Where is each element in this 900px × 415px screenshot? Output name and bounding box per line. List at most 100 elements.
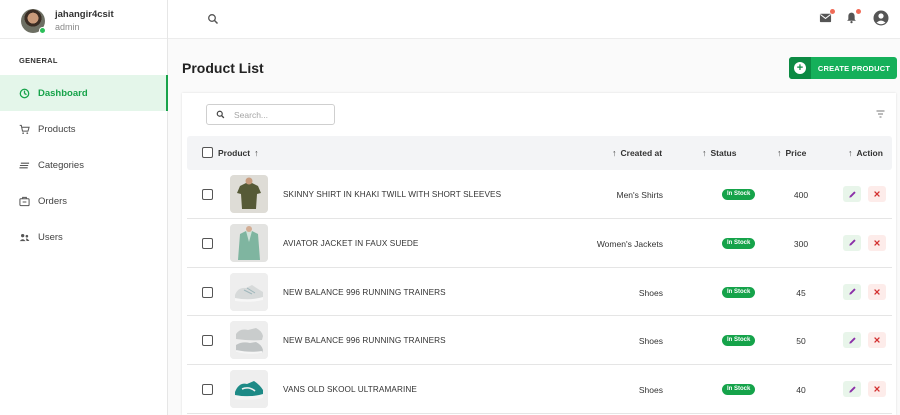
product-price: 400 bbox=[793, 190, 809, 200]
create-product-label: CREATE PRODUCT bbox=[817, 63, 891, 73]
users-icon bbox=[19, 232, 30, 243]
close-icon bbox=[874, 288, 880, 295]
product-category: Shoes bbox=[638, 287, 663, 298]
status-badge: In Stock bbox=[722, 286, 756, 298]
sidebar-item-dashboard[interactable]: Dashboard bbox=[0, 75, 168, 111]
row-checkbox[interactable] bbox=[202, 286, 213, 298]
header-action-label: Action bbox=[856, 148, 883, 158]
header-created-at[interactable]: ↑ Created at bbox=[608, 148, 662, 158]
close-icon bbox=[874, 337, 880, 344]
create-product-button[interactable]: + CREATE PRODUCT bbox=[789, 57, 897, 79]
categories-icon bbox=[19, 160, 30, 171]
table-row[interactable]: NEW BALANCE 996 RUNNING TRAINERS Shoes I… bbox=[187, 316, 892, 366]
product-table-card: Product ↑ ↑ Created at ↑ Status ↑ Price … bbox=[182, 93, 896, 415]
header-action: ↑ Action bbox=[844, 148, 883, 158]
delete-button[interactable] bbox=[868, 186, 886, 202]
sidebar-nav: Dashboard Products Categories Orders Use… bbox=[0, 75, 168, 255]
header-status[interactable]: ↑ Status bbox=[698, 148, 736, 158]
close-icon bbox=[874, 239, 880, 246]
close-icon bbox=[874, 191, 880, 197]
sidebar-item-label: Categories bbox=[38, 159, 84, 171]
edit-button[interactable] bbox=[843, 381, 861, 398]
online-status-indicator bbox=[39, 27, 46, 34]
sort-arrow-icon: ↑ bbox=[702, 148, 707, 158]
sidebar-item-label: Products bbox=[38, 123, 76, 135]
table-body: SKINNY SHIRT IN KHAKI TWILL WITH SHORT S… bbox=[187, 170, 892, 414]
search-icon bbox=[216, 110, 225, 119]
header-status-label: Status bbox=[710, 148, 737, 158]
product-category: Shoes bbox=[638, 336, 663, 347]
dashboard-icon bbox=[19, 88, 30, 99]
product-price: 300 bbox=[793, 238, 809, 249]
pencil-icon bbox=[848, 288, 856, 295]
bell-icon[interactable] bbox=[845, 9, 861, 25]
edit-button[interactable] bbox=[843, 234, 861, 251]
page-title: Product List bbox=[182, 60, 264, 76]
pencil-icon bbox=[848, 190, 856, 198]
product-thumbnail[interactable] bbox=[230, 272, 268, 311]
pencil-icon bbox=[848, 239, 856, 246]
product-price: 40 bbox=[796, 385, 806, 396]
mail-icon[interactable] bbox=[819, 9, 835, 25]
delete-button[interactable] bbox=[868, 283, 886, 300]
edit-button[interactable] bbox=[843, 283, 861, 300]
search-input[interactable] bbox=[234, 108, 330, 122]
product-thumbnail[interactable] bbox=[230, 370, 268, 409]
product-name: SKINNY SHIRT IN KHAKI TWILL WITH SHORT S… bbox=[283, 190, 502, 199]
orders-icon bbox=[19, 196, 30, 207]
search-field[interactable] bbox=[206, 104, 335, 125]
sidebar-section-title: GENERAL bbox=[19, 56, 58, 65]
status-badge: In Stock bbox=[722, 335, 756, 347]
table-row[interactable]: SKINNY SHIRT IN KHAKI TWILL WITH SHORT S… bbox=[187, 170, 892, 219]
product-name: AVIATOR JACKET IN FAUX SUEDE bbox=[283, 238, 419, 248]
edit-button[interactable] bbox=[843, 332, 861, 349]
product-category: Men's Shirts bbox=[616, 190, 664, 200]
delete-button[interactable] bbox=[868, 381, 886, 398]
pencil-icon bbox=[848, 337, 856, 344]
table-row[interactable]: VANS OLD SKOOL ULTRAMARINE Shoes In Stoc… bbox=[187, 365, 892, 414]
sidebar-item-orders[interactable]: Orders bbox=[0, 183, 168, 219]
product-thumbnail[interactable] bbox=[230, 223, 268, 262]
product-name: NEW BALANCE 996 RUNNING TRAINERS bbox=[283, 287, 446, 297]
product-name: VANS OLD SKOOL ULTRAMARINE bbox=[283, 385, 417, 395]
cart-icon bbox=[19, 124, 30, 135]
account-icon[interactable] bbox=[873, 10, 889, 26]
top-bar bbox=[168, 0, 900, 39]
sort-arrow-icon: ↑ bbox=[777, 148, 782, 158]
sidebar-item-categories[interactable]: Categories bbox=[0, 147, 168, 183]
edit-button[interactable] bbox=[843, 186, 861, 202]
row-checkbox[interactable] bbox=[202, 335, 213, 347]
row-checkbox[interactable] bbox=[202, 384, 213, 396]
sort-arrow-icon: ↑ bbox=[848, 148, 853, 158]
status-badge: In Stock bbox=[722, 384, 756, 396]
filter-icon[interactable] bbox=[876, 110, 885, 118]
sort-arrow-icon: ↑ bbox=[612, 148, 617, 158]
table-row[interactable]: AVIATOR JACKET IN FAUX SUEDE Women's Jac… bbox=[187, 219, 892, 268]
product-thumbnail[interactable] bbox=[230, 321, 268, 360]
table-row[interactable]: NEW BALANCE 996 RUNNING TRAINERS Shoes I… bbox=[187, 268, 892, 317]
notification-dot bbox=[856, 9, 861, 14]
product-category: Women's Jackets bbox=[596, 238, 663, 249]
product-price: 45 bbox=[796, 287, 806, 298]
product-thumbnail[interactable] bbox=[230, 175, 268, 213]
search-icon[interactable] bbox=[207, 13, 219, 25]
header-product[interactable]: Product ↑ bbox=[202, 147, 263, 158]
avatar[interactable] bbox=[21, 9, 46, 34]
user-profile[interactable]: jahangir4csit admin bbox=[0, 0, 167, 39]
sort-arrow-icon: ↑ bbox=[254, 147, 259, 158]
row-checkbox[interactable] bbox=[202, 237, 213, 249]
sidebar-item-products[interactable]: Products bbox=[0, 111, 168, 147]
sidebar-item-users[interactable]: Users bbox=[0, 219, 168, 255]
status-badge: In Stock bbox=[722, 237, 756, 249]
notification-dot bbox=[830, 9, 835, 14]
delete-button[interactable] bbox=[868, 332, 886, 349]
sidebar: jahangir4csit admin GENERAL Dashboard Pr… bbox=[0, 0, 168, 415]
select-all-checkbox[interactable] bbox=[202, 147, 213, 158]
header-price[interactable]: ↑ Price bbox=[773, 148, 806, 158]
row-checkbox[interactable] bbox=[202, 189, 213, 200]
product-category: Shoes bbox=[638, 385, 663, 396]
header-created-label: Created at bbox=[620, 148, 663, 158]
header-product-label: Product bbox=[218, 147, 251, 158]
header-price-label: Price bbox=[785, 148, 807, 158]
delete-button[interactable] bbox=[868, 234, 886, 251]
